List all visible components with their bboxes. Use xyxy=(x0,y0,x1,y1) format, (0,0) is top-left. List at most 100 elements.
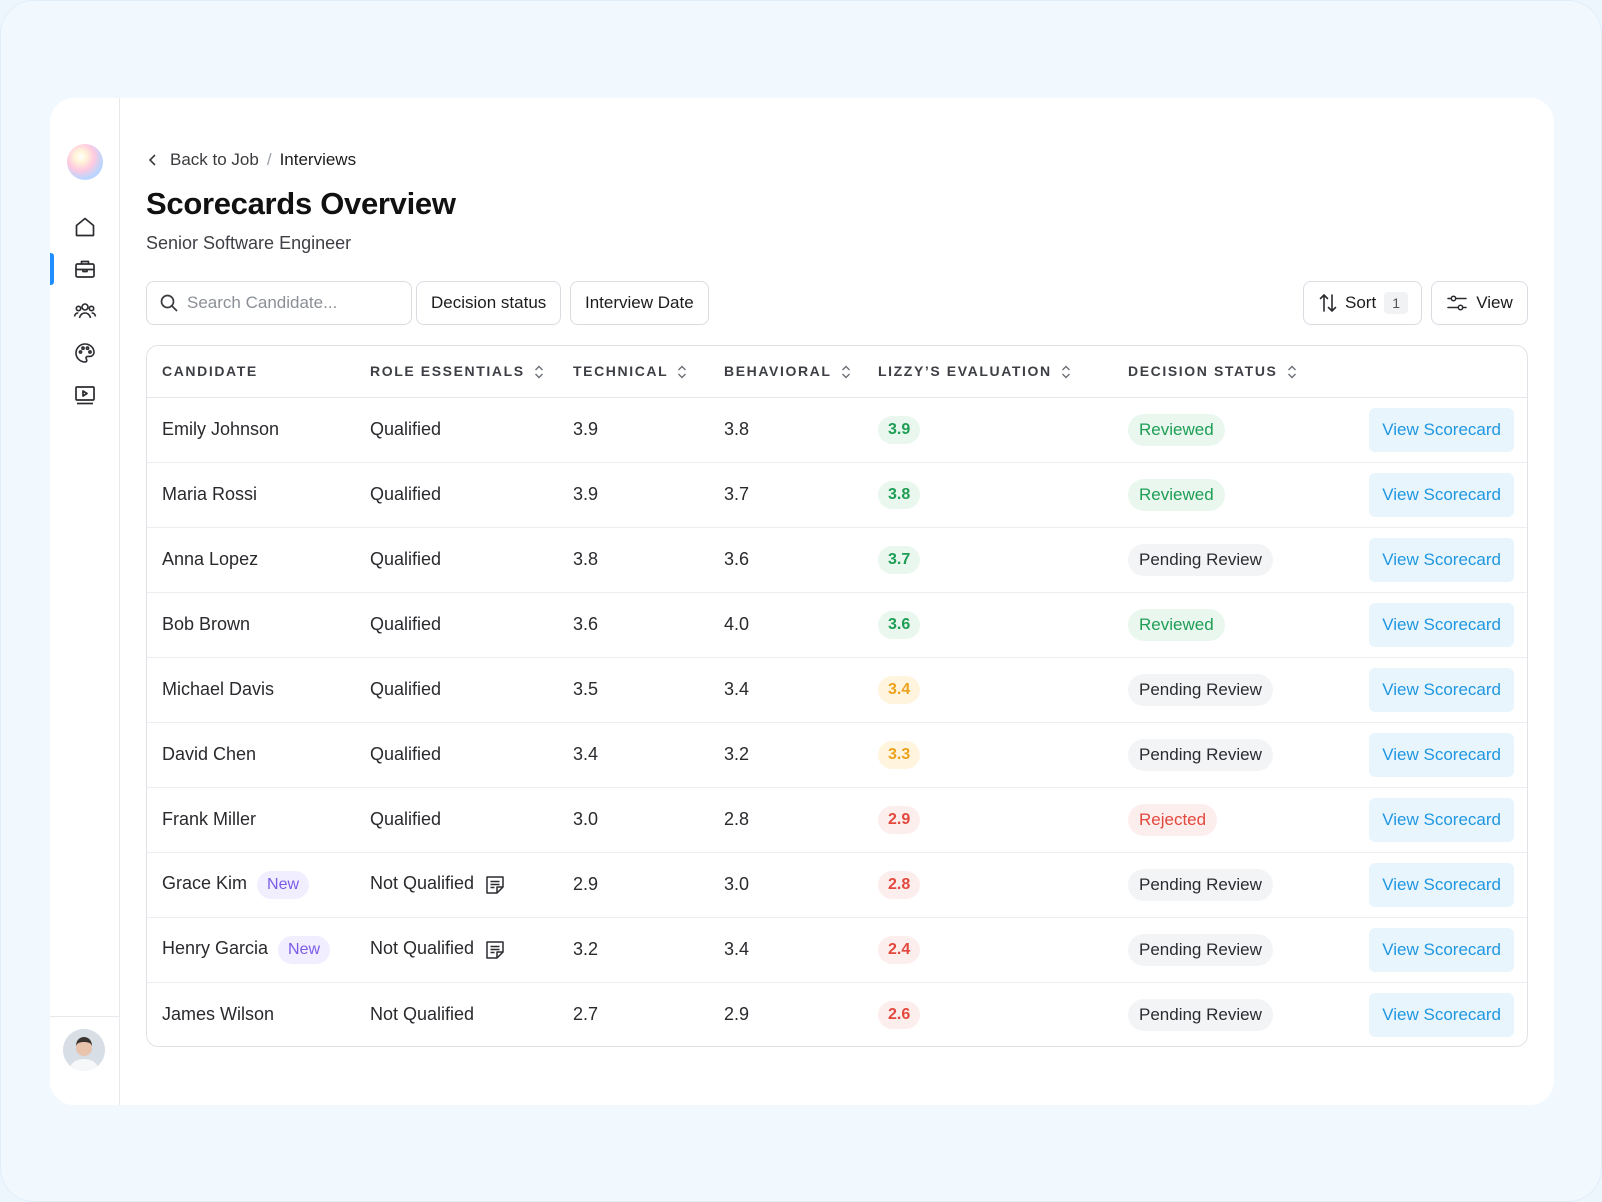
app-logo[interactable] xyxy=(67,144,103,180)
new-badge: New xyxy=(278,935,331,964)
table-row[interactable]: Henry Garcia New Not Qualified 3.2 3.4 2.… xyxy=(147,917,1527,982)
interview-date-filter-button[interactable]: Interview Date xyxy=(570,281,709,325)
view-scorecard-button[interactable]: View Scorecard xyxy=(1369,862,1514,907)
table-header-row: CANDIDATE ROLE ESSENTIALS TECHNICAL BEHA… xyxy=(147,346,1527,398)
breadcrumb-current[interactable]: Interviews xyxy=(280,150,357,170)
table-row[interactable]: Michael Davis Qualified 3.5 3.4 3.4 Pend… xyxy=(147,657,1527,722)
view-scorecard-button[interactable]: View Scorecard xyxy=(1369,602,1514,647)
sort-toggle-icon[interactable] xyxy=(676,364,688,380)
column-header-lizzys-evaluation[interactable]: LIZZY’S EVALUATION xyxy=(863,346,1113,398)
lizzy-evaluation-badge: 3.3 xyxy=(878,740,921,769)
candidate-name[interactable]: Frank Miller xyxy=(162,809,256,829)
search-box[interactable] xyxy=(146,281,412,325)
table-row[interactable]: Maria Rossi Qualified 3.9 3.7 3.8 Review… xyxy=(147,462,1527,527)
column-header-role-essentials[interactable]: ROLE ESSENTIALS xyxy=(355,346,558,398)
search-input[interactable] xyxy=(187,293,397,313)
evaluation-cell: 3.9 xyxy=(863,397,1113,462)
briefcase-icon xyxy=(75,260,95,278)
candidate-cell: Henry Garcia New xyxy=(147,917,355,982)
decision-status-filter-button[interactable]: Decision status xyxy=(416,281,562,325)
role-essentials-value: Qualified xyxy=(370,549,442,569)
decision-status-cell: Pending Review xyxy=(1113,527,1318,592)
lizzy-evaluation-badge: 3.7 xyxy=(878,545,921,574)
avatar[interactable] xyxy=(63,1029,105,1071)
sort-toggle-icon[interactable] xyxy=(1060,364,1072,380)
sidebar-item-branding[interactable] xyxy=(50,336,120,370)
candidate-name[interactable]: Michael Davis xyxy=(162,679,274,699)
view-scorecard-button[interactable]: View Scorecard xyxy=(1369,927,1514,972)
candidate-name[interactable]: Henry Garcia xyxy=(162,938,268,958)
candidate-name[interactable]: Grace Kim xyxy=(162,873,247,893)
users-icon xyxy=(73,303,97,319)
lizzy-evaluation-badge: 2.4 xyxy=(878,935,921,964)
role-essentials-cell: Qualified xyxy=(355,722,558,787)
view-options-button[interactable]: View xyxy=(1431,281,1528,325)
note-icon[interactable] xyxy=(484,939,506,961)
role-essentials-value: Qualified xyxy=(370,679,442,699)
view-scorecard-button[interactable]: View Scorecard xyxy=(1369,732,1514,777)
column-header-decision-status[interactable]: DECISION STATUS xyxy=(1113,346,1318,398)
table-row[interactable]: Emily Johnson Qualified 3.9 3.8 3.9 Revi… xyxy=(147,397,1527,462)
candidate-name[interactable]: James Wilson xyxy=(162,1004,274,1024)
role-essentials-value: Qualified xyxy=(370,484,442,504)
sidebar-item-candidates[interactable] xyxy=(50,294,120,328)
sort-toggle-icon[interactable] xyxy=(1286,364,1298,380)
view-scorecard-button[interactable]: View Scorecard xyxy=(1369,667,1514,712)
technical-score: 2.7 xyxy=(573,1004,599,1025)
evaluation-cell: 2.8 xyxy=(863,852,1113,917)
chevron-left-icon[interactable] xyxy=(146,153,160,167)
decision-status-badge: Reviewed xyxy=(1128,413,1225,446)
view-scorecard-button[interactable]: View Scorecard xyxy=(1369,407,1514,452)
view-scorecard-button[interactable]: View Scorecard xyxy=(1369,472,1514,517)
candidate-cell: Anna Lopez xyxy=(147,527,355,592)
evaluation-cell: 2.9 xyxy=(863,787,1113,852)
table-row[interactable]: Grace Kim New Not Qualified 2.9 3.0 2.8 P… xyxy=(147,852,1527,917)
role-essentials-value: Not Qualified xyxy=(370,1004,475,1025)
role-essentials-value: Not Qualified xyxy=(370,873,475,894)
decision-status-cell: Reviewed xyxy=(1113,462,1318,527)
role-essentials-cell: Qualified xyxy=(355,592,558,657)
candidate-cell: Michael Davis xyxy=(147,657,355,722)
view-scorecard-button[interactable]: View Scorecard xyxy=(1369,992,1514,1037)
sliders-icon xyxy=(1447,295,1467,311)
column-header-technical[interactable]: TECHNICAL xyxy=(558,346,709,398)
table-row[interactable]: Frank Miller Qualified 3.0 2.8 2.9 Rejec… xyxy=(147,787,1527,852)
candidate-name[interactable]: Anna Lopez xyxy=(162,549,258,569)
sort-toggle-icon[interactable] xyxy=(840,364,852,380)
candidate-name[interactable]: Bob Brown xyxy=(162,614,250,634)
table-row[interactable]: Anna Lopez Qualified 3.8 3.6 3.7 Pending… xyxy=(147,527,1527,592)
view-scorecard-button[interactable]: View Scorecard xyxy=(1369,797,1514,842)
table-row[interactable]: James Wilson Not Qualified 2.7 2.9 2.6 P… xyxy=(147,982,1527,1046)
evaluation-cell: 3.8 xyxy=(863,462,1113,527)
action-cell: View Scorecard xyxy=(1318,397,1527,462)
back-to-job-link[interactable]: Back to Job xyxy=(170,150,259,170)
lizzy-evaluation-badge: 2.8 xyxy=(878,870,921,899)
column-header-candidate: CANDIDATE xyxy=(147,346,355,398)
note-icon[interactable] xyxy=(484,874,506,896)
sort-label: Sort xyxy=(1345,293,1377,312)
role-essentials-cell: Qualified xyxy=(355,397,558,462)
evaluation-cell: 3.3 xyxy=(863,722,1113,787)
column-header-behavioral[interactable]: BEHAVIORAL xyxy=(709,346,863,398)
behavioral-score: 3.6 xyxy=(724,549,750,569)
decision-status-badge: Pending Review xyxy=(1128,738,1273,771)
main-content: Back to Job / Interviews Scorecards Over… xyxy=(120,98,1554,1105)
candidate-name[interactable]: Maria Rossi xyxy=(162,484,257,504)
table-row[interactable]: David Chen Qualified 3.4 3.2 3.3 Pending… xyxy=(147,722,1527,787)
app-window: Back to Job / Interviews Scorecards Over… xyxy=(50,98,1554,1105)
table-body: Emily Johnson Qualified 3.9 3.8 3.9 Revi… xyxy=(147,397,1527,1046)
action-cell: View Scorecard xyxy=(1318,852,1527,917)
candidate-name[interactable]: David Chen xyxy=(162,744,256,764)
table-row[interactable]: Bob Brown Qualified 3.6 4.0 3.6 Reviewed… xyxy=(147,592,1527,657)
evaluation-cell: 3.6 xyxy=(863,592,1113,657)
breadcrumb-separator: / xyxy=(266,150,272,169)
role-essentials-value: Not Qualified xyxy=(370,938,475,959)
sort-button[interactable]: Sort 1 xyxy=(1303,281,1422,325)
view-scorecard-button[interactable]: View Scorecard xyxy=(1369,537,1514,582)
sort-toggle-icon[interactable] xyxy=(533,364,545,380)
technical-score: 3.4 xyxy=(573,744,599,764)
sidebar-item-home[interactable] xyxy=(50,210,120,244)
sidebar-item-videos[interactable] xyxy=(50,378,120,412)
sidebar-item-jobs[interactable] xyxy=(50,252,120,286)
candidate-name[interactable]: Emily Johnson xyxy=(162,419,279,439)
